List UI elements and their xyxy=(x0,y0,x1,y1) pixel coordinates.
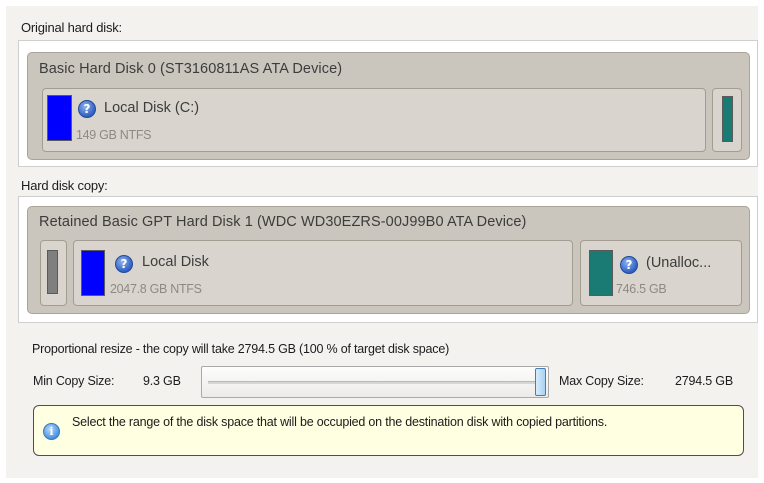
help-icon[interactable]: ? xyxy=(620,256,638,274)
copy-disk-title: Retained Basic GPT Hard Disk 1 (WDC WD30… xyxy=(39,214,527,230)
partition-name: Local Disk xyxy=(142,254,209,270)
help-icon[interactable]: ? xyxy=(78,100,96,118)
partition-color-swatch xyxy=(589,250,613,296)
copy-partition-local-disk[interactable] xyxy=(73,240,573,306)
partition-size: 746.5 GB xyxy=(616,282,667,296)
partition-color-swatch xyxy=(722,96,733,142)
resize-description: Proportional resize - the copy will take… xyxy=(32,342,450,356)
info-hint: i Select the range of the disk space tha… xyxy=(33,405,744,456)
max-copy-size-label: Max Copy Size: xyxy=(559,374,644,388)
original-partition-c[interactable] xyxy=(42,88,706,152)
copy-disk-label: Hard disk copy: xyxy=(21,178,108,193)
partition-size: 149 GB NTFS xyxy=(76,128,152,142)
partition-color-swatch xyxy=(47,250,58,294)
partition-color-swatch xyxy=(81,250,105,296)
original-disk-label: Original hard disk: xyxy=(21,20,122,35)
min-copy-size-label: Min Copy Size: xyxy=(33,374,115,388)
partition-size: 2047.8 GB NTFS xyxy=(110,282,202,296)
info-text: Select the range of the disk space that … xyxy=(72,415,608,429)
original-disk-title: Basic Hard Disk 0 (ST3160811AS ATA Devic… xyxy=(39,61,343,77)
partition-name: (Unalloc... xyxy=(646,255,712,271)
max-copy-size-value: 2794.5 GB xyxy=(675,374,733,388)
partition-name: Local Disk (C:) xyxy=(104,100,200,116)
partition-color-swatch xyxy=(47,95,72,141)
info-icon: i xyxy=(43,423,60,440)
help-icon[interactable]: ? xyxy=(115,255,133,273)
min-copy-size-value: 9.3 GB xyxy=(143,374,181,388)
slider-thumb[interactable] xyxy=(535,368,546,396)
slider-track-line xyxy=(208,381,542,384)
copy-size-slider[interactable] xyxy=(201,366,549,398)
